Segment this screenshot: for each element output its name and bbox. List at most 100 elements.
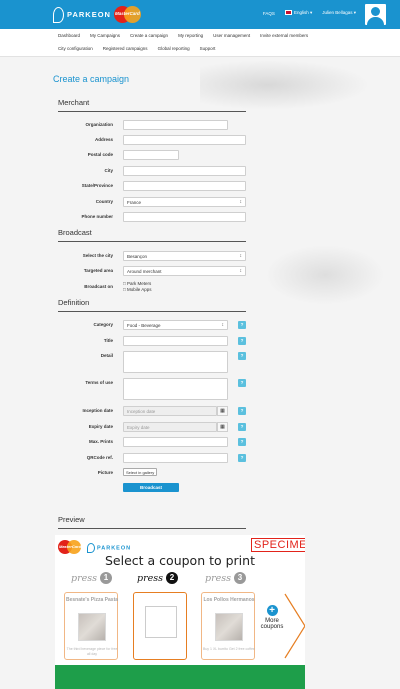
help-icon[interactable]: ? — [238, 352, 246, 360]
nav-global-reporting[interactable]: Global reporting — [158, 46, 190, 51]
address-row: Address — [0, 135, 400, 145]
nav-registered-campaigns[interactable]: Registered campaigns — [103, 46, 148, 51]
coupon-card[interactable]: Los Pollos Hermanos Buy 1 XL burrito Get… — [201, 592, 255, 660]
broadcast-button[interactable]: Broadcast — [123, 483, 179, 492]
mobile-apps-checkbox[interactable]: □ Mobile Apps — [123, 287, 151, 292]
title-input[interactable] — [123, 336, 228, 346]
step-number: 1 — [100, 572, 112, 584]
press-step-2: press 2 — [137, 572, 178, 584]
qrcode-label: QRCode ref. — [86, 455, 113, 460]
state-input[interactable] — [123, 181, 246, 191]
select-city-row: Select the city Besançon — [0, 251, 400, 261]
state-label: State/Province — [81, 183, 113, 188]
user-menu[interactable]: Julien Bellagas ▾ — [322, 10, 356, 16]
help-icon[interactable]: ? — [238, 438, 246, 446]
detail-row: Detail ? — [0, 351, 400, 373]
nav-create-campaign[interactable]: Create a campaign — [130, 33, 168, 38]
select-gallery-button[interactable]: Select in gallery — [123, 468, 158, 476]
broadcast-section-title: Broadcast — [58, 228, 92, 237]
expiry-date-label: Expiry date — [88, 424, 113, 429]
state-row: State/Province — [0, 181, 400, 191]
phone-label: Phone number — [81, 214, 113, 219]
page-title: Create a campaign — [53, 74, 130, 84]
expiry-date-input[interactable]: Expiry date — [123, 422, 217, 432]
nav-dashboard[interactable]: Dashboard — [58, 33, 80, 38]
city-label: City — [104, 168, 113, 173]
terms-label: Terms of use — [85, 380, 113, 385]
coupon-title: Besnate's Pizza Pasta — [65, 597, 119, 603]
coupon-description: The third beverage piece for free all da… — [66, 647, 118, 656]
phone-row: Phone number — [0, 212, 400, 222]
plus-icon: + — [266, 605, 278, 616]
top-bar: PARKEON MasterCard FAQS English ▾ Julien… — [0, 0, 400, 29]
address-input[interactable] — [123, 135, 246, 145]
city-row: City — [0, 166, 400, 176]
step-number: 3 — [234, 572, 246, 584]
targeted-area-label: Targeted area — [83, 268, 113, 273]
press-step-3: press 3 — [205, 572, 246, 584]
specimen-stamp: SPECIMEN — [251, 538, 305, 552]
coupon-card[interactable]: Besnate's Pizza Pasta The third beverage… — [64, 592, 118, 660]
help-icon[interactable]: ? — [238, 337, 246, 345]
select-city-label: Select the city — [82, 253, 113, 258]
postal-code-input[interactable] — [123, 150, 179, 160]
park-meters-checkbox[interactable]: □ Park Meters — [123, 281, 151, 286]
divider — [58, 241, 246, 242]
brand-name: PARKEON — [67, 10, 111, 19]
inception-date-input[interactable]: Inception date — [123, 406, 217, 416]
coupon-image — [215, 613, 243, 641]
targeted-area-select[interactable]: Around merchant — [123, 266, 246, 276]
category-label: Category — [93, 322, 113, 327]
picture-row: Picture Select in gallery — [0, 468, 400, 478]
step-number: 2 — [166, 572, 178, 584]
organization-input[interactable] — [123, 120, 228, 130]
help-icon[interactable]: ? — [238, 454, 246, 462]
coupon-card[interactable] — [133, 592, 187, 660]
nav-my-reporting[interactable]: My reporting — [178, 33, 203, 38]
nav-support[interactable]: Support — [200, 46, 216, 51]
nav-invite-members[interactable]: Invite external members — [260, 33, 308, 38]
mastercard-logo: MasterCard — [113, 6, 141, 23]
help-icon[interactable]: ? — [238, 379, 246, 387]
city-select[interactable]: Besançon — [123, 251, 246, 261]
help-icon[interactable]: ? — [238, 321, 246, 329]
terms-row: Terms of use ? — [0, 378, 400, 400]
preview-heading: Select a coupon to print — [105, 553, 255, 568]
country-label: Country — [95, 199, 113, 204]
chevron-right-icon[interactable] — [283, 592, 305, 660]
qrcode-input[interactable] — [123, 453, 228, 463]
category-row: Category Food - Beverage ? — [0, 320, 400, 330]
terms-textarea[interactable] — [123, 378, 228, 400]
city-input[interactable] — [123, 166, 246, 176]
help-icon[interactable]: ? — [238, 423, 246, 431]
parkeon-logo: PARKEON — [87, 543, 131, 553]
top-links: FAQS English ▾ Julien Bellagas ▾ — [263, 10, 356, 16]
nav-city-configuration[interactable]: City configuration — [58, 46, 93, 51]
country-row: Country France — [0, 197, 400, 207]
nav-my-campaigns[interactable]: My Campaigns — [90, 33, 120, 38]
calendar-icon[interactable]: ▦ — [217, 422, 228, 432]
help-icon[interactable]: ? — [238, 407, 246, 415]
language-selector[interactable]: English ▾ — [284, 10, 312, 16]
preview-footer-bar — [55, 665, 305, 689]
coupon-image — [78, 613, 106, 641]
parkeon-logo[interactable]: PARKEON MasterCard — [53, 5, 141, 24]
max-prints-label: Max. Prints — [88, 439, 113, 444]
category-select[interactable]: Food - Beverage — [123, 320, 228, 330]
organization-row: Organization — [0, 120, 400, 130]
coupon-title: Los Pollos Hermanos — [203, 597, 255, 603]
mastercard-logo: MasterCard — [58, 540, 82, 554]
phone-input[interactable] — [123, 212, 246, 222]
nav-user-management[interactable]: User management — [213, 33, 250, 38]
faqs-link[interactable]: FAQS — [263, 11, 275, 16]
nav-row-2: City configuration Registered campaigns … — [58, 46, 215, 51]
more-coupons-button[interactable]: + More coupons — [259, 605, 285, 630]
detail-textarea[interactable] — [123, 351, 228, 373]
organization-label: Organization — [85, 122, 113, 127]
coupon-placeholder — [145, 606, 177, 638]
max-prints-input[interactable] — [123, 437, 228, 447]
calendar-icon[interactable]: ▦ — [217, 406, 228, 416]
uk-flag-icon — [284, 10, 292, 16]
country-select[interactable]: France — [123, 197, 246, 207]
avatar[interactable] — [365, 4, 386, 25]
